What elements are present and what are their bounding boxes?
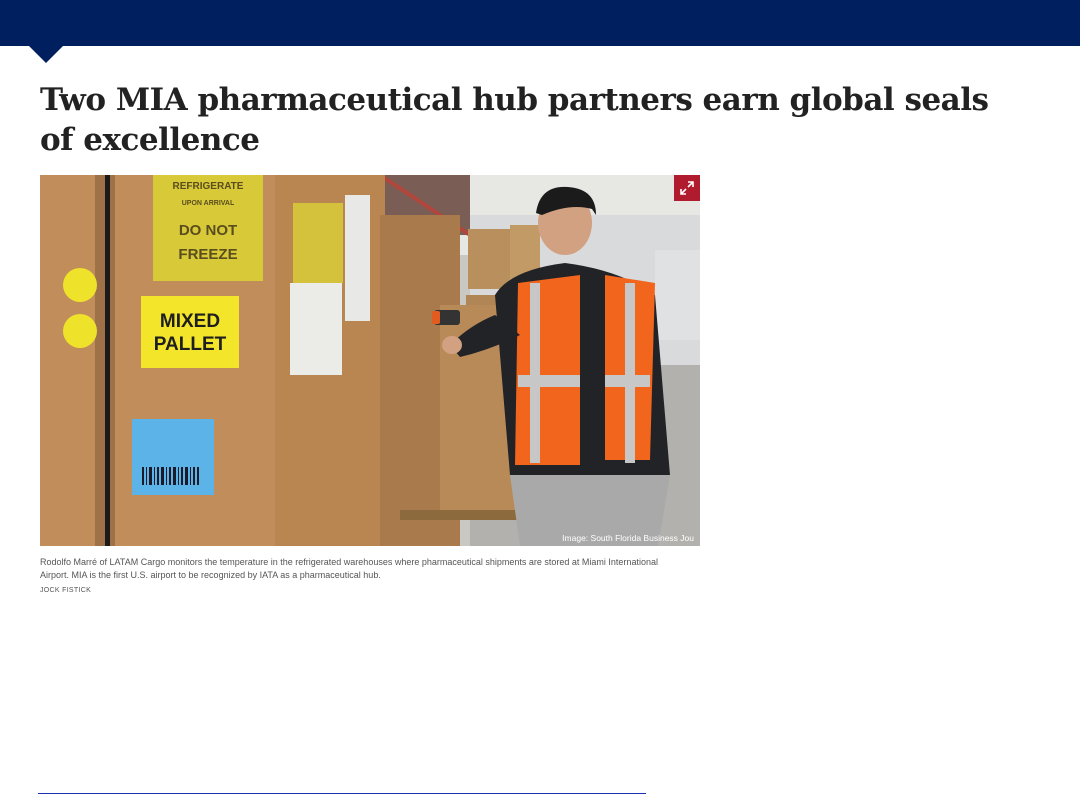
site-header-bar — [0, 0, 1080, 46]
label-freeze-text: FREEZE — [178, 246, 237, 263]
photographer-credit: JOCK FISTICK — [40, 587, 92, 594]
label-refrigerate-text: REFRIGERATE — [173, 181, 244, 192]
photo-caption: Rodolfo Marré of LATAM Cargo monitors th… — [40, 557, 658, 580]
article-photo: REFRIGERATE UPON ARRIVAL DO NOT FREEZE M… — [40, 175, 700, 546]
photo-credit: Image: South Florida Business Jou — [562, 533, 694, 543]
bottom-divider — [38, 793, 646, 794]
mixed-pallet-label — [141, 296, 239, 368]
label-upon-arrival-text: UPON ARRIVAL — [182, 200, 235, 207]
label-do-not-text: DO NOT — [179, 222, 237, 239]
warehouse-photo: REFRIGERATE UPON ARRIVAL DO NOT FREEZE M… — [40, 175, 700, 546]
header-notch — [29, 46, 63, 63]
label-mixed-text: MIXED — [160, 311, 220, 332]
label-pallet-text: PALLET — [154, 334, 227, 355]
expand-arrows-icon — [680, 181, 694, 195]
expand-photo-button[interactable] — [674, 175, 700, 201]
article-headline: Two MIA pharmaceutical hub partners earn… — [40, 82, 989, 158]
